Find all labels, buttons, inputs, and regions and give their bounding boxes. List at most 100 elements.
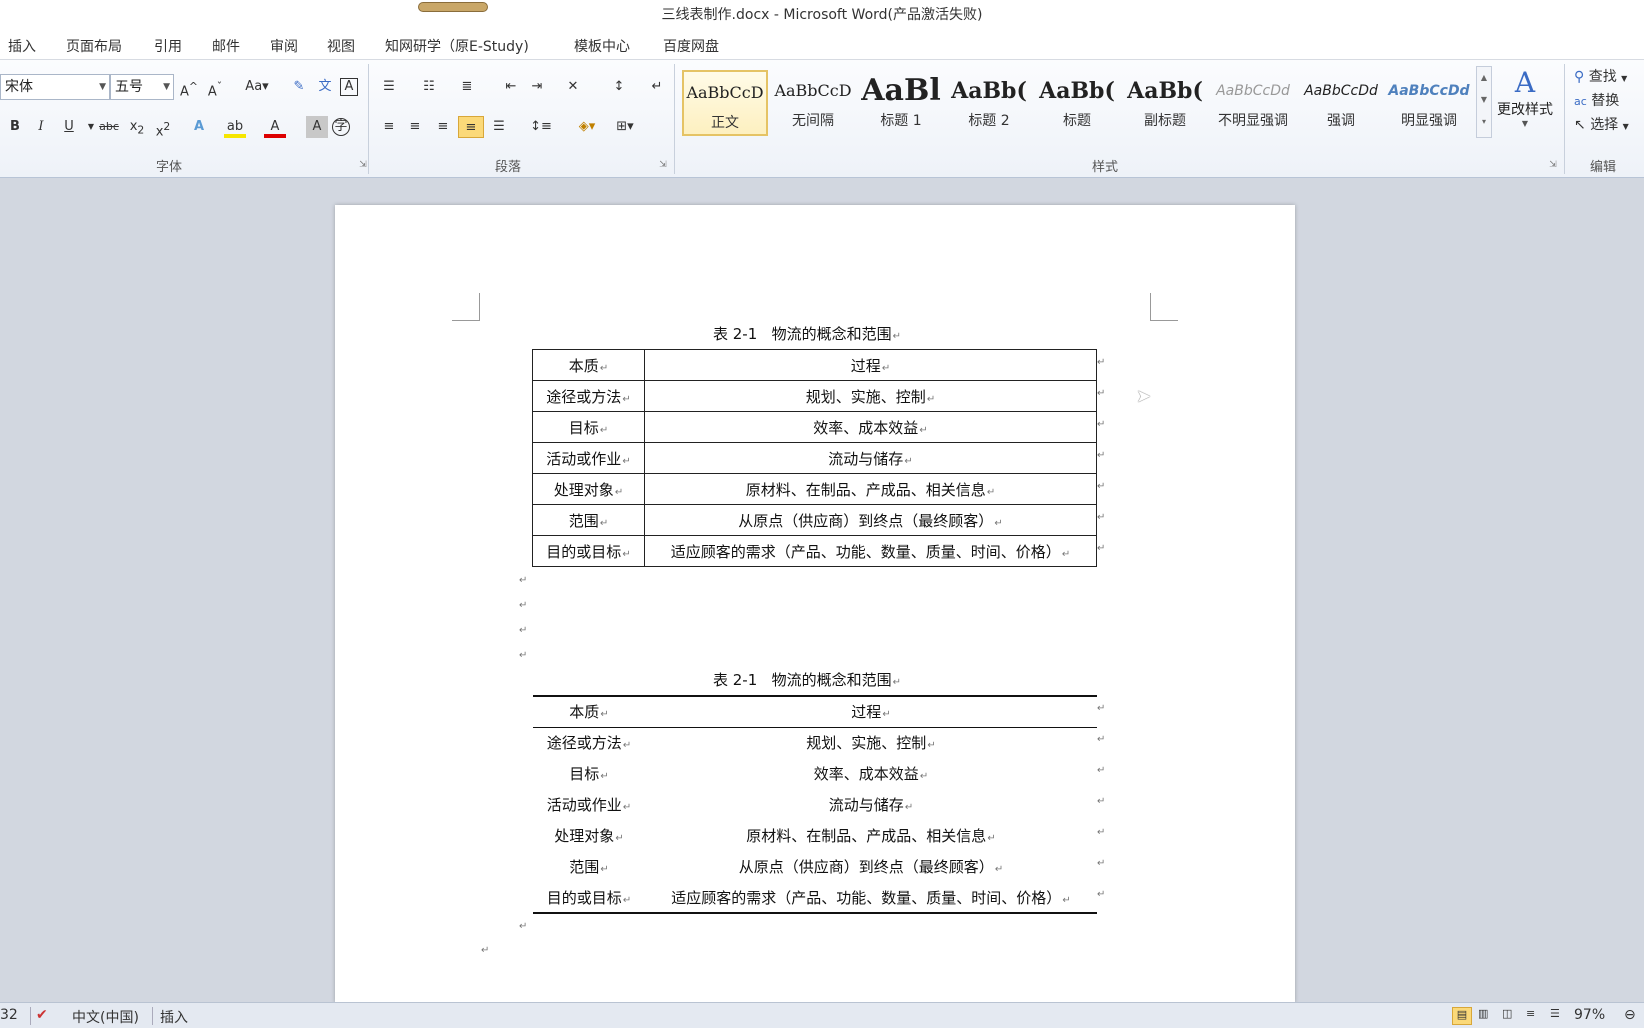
tab-mailings[interactable]: 邮件 (212, 36, 240, 56)
sort-icon[interactable]: ↕ (608, 76, 630, 98)
table-cell[interactable]: 从原点（供应商）到终点（最终顾客）↵ (644, 504, 1097, 536)
web-layout-icon[interactable]: ◫ (1502, 1007, 1512, 1020)
bullets-icon[interactable]: ☰ (378, 76, 400, 98)
quick-access-grip[interactable] (418, 2, 488, 12)
tab-insert[interactable]: 插入 (8, 36, 36, 56)
align-left-icon[interactable]: ≡ (378, 116, 400, 138)
highlight-icon[interactable]: ab (224, 116, 246, 138)
tab-baidu-pan[interactable]: 百度网盘 (663, 36, 719, 56)
grid-table[interactable]: 本质↵ 过程↵ 途径或方法↵ 规划、实施、控制↵ 目标↵ 效率、成本效益↵ 活动或作… (532, 349, 1097, 567)
table-cell[interactable]: 过程↵ (644, 349, 1097, 381)
bold-icon[interactable]: B (4, 116, 26, 138)
table-cell[interactable]: 流动与储存↵ (644, 442, 1097, 474)
table-cell[interactable]: 目标↵ (533, 758, 645, 789)
reading-layout-icon[interactable]: ▥ (1478, 1007, 1488, 1020)
table-cell[interactable]: 适应顾客的需求（产品、功能、数量、质量、时间、价格）↵ (644, 535, 1097, 567)
style-emphasis[interactable]: AaBbCcDd 强调 (1298, 70, 1384, 136)
italic-icon[interactable]: I (30, 116, 52, 138)
language-indicator[interactable]: 中文(中国) (72, 1007, 139, 1027)
font-size-combo[interactable]: 五号 ▼ (110, 74, 174, 100)
print-layout-icon[interactable]: ▤ (1452, 1007, 1472, 1025)
asian-layout-icon[interactable]: ✕ (562, 76, 584, 98)
underline-icon[interactable]: U (58, 116, 80, 138)
select-button[interactable]: ↖ 选择 ▼ (1574, 114, 1629, 134)
font-name-combo[interactable]: 宋体 ▼ (0, 74, 110, 100)
tab-references[interactable]: 引用 (154, 36, 182, 56)
grow-font-icon[interactable]: A^ (178, 76, 200, 99)
align-center-icon[interactable]: ≡ (404, 116, 426, 138)
increase-indent-icon[interactable]: ⇥ (526, 76, 548, 98)
table-cell[interactable]: 目标↵ (532, 411, 645, 443)
page-number[interactable]: 32 (0, 1007, 18, 1023)
shading-icon[interactable]: ◈▾ (570, 116, 604, 138)
table-cell[interactable]: 过程↵ (645, 696, 1097, 728)
style-intense-emphasis[interactable]: AaBbCcDd 明显强调 (1386, 70, 1472, 136)
table-cell[interactable]: 处理对象↵ (532, 473, 645, 505)
dialog-launcher-icon[interactable]: ⇲ (1542, 154, 1564, 176)
change-case-icon[interactable]: Aa▾ (242, 76, 272, 98)
phonetic-guide-icon[interactable]: 文 (314, 76, 336, 98)
table-cell[interactable]: 本质↵ (533, 696, 645, 728)
borders-icon[interactable]: ⊞▾ (610, 116, 640, 138)
table-cell[interactable]: 从原点（供应商）到终点（最终顾客）↵ (645, 851, 1097, 882)
style-heading-1[interactable]: AaBl 标题 1 (858, 70, 944, 136)
tab-view[interactable]: 视图 (327, 36, 355, 56)
change-styles-button[interactable]: A 更改样式 ▼ (1496, 66, 1554, 128)
table-cell[interactable]: 范围↵ (532, 504, 645, 536)
zoom-out-icon[interactable]: ⊖ (1624, 1007, 1636, 1023)
gallery-scroll[interactable]: ▲ ▼ ▾ (1476, 66, 1492, 138)
table-cell[interactable]: 范围↵ (533, 851, 645, 882)
table-cell[interactable]: 途径或方法↵ (533, 727, 645, 758)
dialog-launcher-icon[interactable]: ⇲ (652, 154, 674, 176)
table-cell[interactable]: 途径或方法↵ (532, 380, 645, 412)
table-cell[interactable]: 处理对象↵ (533, 820, 645, 851)
document-page[interactable]: 表 2-1 物流的概念和范围↵ 本质↵ 过程↵ 途径或方法↵ 规划、实施、控制↵ … (335, 205, 1295, 1003)
char-border-icon[interactable]: A (340, 78, 358, 96)
replace-button[interactable]: ac 替换 (1574, 90, 1619, 110)
table-cell[interactable]: 原材料、在制品、产成品、相关信息↵ (644, 473, 1097, 505)
shrink-font-icon[interactable]: Aˇ (204, 76, 226, 99)
decrease-indent-icon[interactable]: ⇤ (500, 76, 522, 98)
multilevel-list-icon[interactable]: ≣ (456, 76, 478, 98)
table-cell[interactable]: 活动或作业↵ (532, 442, 645, 474)
strikethrough-icon[interactable]: abc (98, 116, 120, 138)
style-no-spacing[interactable]: AaBbCcD 无间隔 (770, 70, 856, 136)
table-cell[interactable]: 目的或目标↵ (532, 535, 645, 567)
style-heading-2[interactable]: AaBb( 标题 2 (946, 70, 1032, 136)
superscript-icon[interactable]: x2 (152, 116, 174, 139)
tab-templates[interactable]: 模板中心 (574, 36, 630, 56)
table-cell[interactable]: 目的或目标↵ (533, 882, 645, 913)
font-color-icon[interactable]: A (264, 116, 286, 138)
char-shading-icon[interactable]: A (306, 116, 328, 138)
style-title[interactable]: AaBb( 标题 (1034, 70, 1120, 136)
table-cell[interactable]: 规划、实施、控制↵ (644, 380, 1097, 412)
tab-review[interactable]: 审阅 (270, 36, 298, 56)
draft-icon[interactable]: ☰ (1550, 1007, 1560, 1020)
tab-cnki[interactable]: 知网研学（原E-Study) (385, 36, 529, 56)
show-marks-icon[interactable]: ↵ (646, 76, 668, 98)
table-cell[interactable]: 效率、成本效益↵ (645, 758, 1097, 789)
outline-icon[interactable]: ≡ (1526, 1007, 1535, 1020)
table-cell[interactable]: 原材料、在制品、产成品、相关信息↵ (645, 820, 1097, 851)
insert-mode[interactable]: 插入 (160, 1007, 188, 1027)
dialog-launcher-icon[interactable]: ⇲ (352, 154, 374, 176)
enclose-char-icon[interactable]: 字 (332, 118, 350, 136)
style-subtitle[interactable]: AaBb( 副标题 (1122, 70, 1208, 136)
find-button[interactable]: ⚲ 查找 ▼ (1574, 66, 1627, 86)
table-cell[interactable]: 流动与储存↵ (645, 789, 1097, 820)
three-line-table[interactable]: 本质↵ 过程↵ 途径或方法↵ 规划、实施、控制↵ 目标↵ 效率、成本效益↵ 活动或作… (533, 695, 1097, 914)
align-right-icon[interactable]: ≡ (432, 116, 454, 138)
numbering-icon[interactable]: ☷ (418, 76, 440, 98)
zoom-level[interactable]: 97% (1574, 1007, 1605, 1023)
clear-format-icon[interactable]: ✎ (288, 76, 310, 98)
justify-icon[interactable]: ≡ (458, 116, 484, 138)
distributed-icon[interactable]: ☰ (488, 116, 510, 138)
subscript-icon[interactable]: x2 (126, 116, 148, 138)
style-subtle-emphasis[interactable]: AaBbCcDd 不明显强调 (1210, 70, 1296, 136)
text-effects-icon[interactable]: A (188, 116, 210, 138)
table-cell[interactable]: 效率、成本效益↵ (644, 411, 1097, 443)
style-normal[interactable]: AaBbCcD 正文 (682, 70, 768, 136)
table-cell[interactable]: 适应顾客的需求（产品、功能、数量、质量、时间、价格）↵ (645, 882, 1097, 913)
line-spacing-icon[interactable]: ↕≡ (526, 116, 556, 138)
table-cell[interactable]: 活动或作业↵ (533, 789, 645, 820)
